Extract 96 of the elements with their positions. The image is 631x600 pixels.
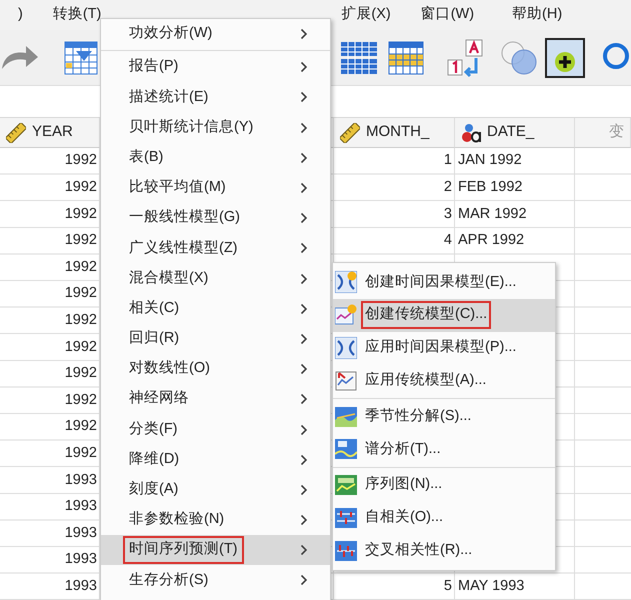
chevron-icon (300, 182, 308, 194)
menu-item[interactable]: 报告(P) (101, 52, 330, 82)
menu-item[interactable]: 对数线性(O) (101, 354, 330, 384)
table-cell-text: 1992 (64, 231, 98, 250)
menu-item[interactable]: 刻度(A) (101, 474, 330, 505)
menu-item[interactable]: 谱分析(T)... (333, 432, 555, 466)
table-cell-text: MAY 1993 (457, 576, 526, 596)
menu-item[interactable]: 序列图(N)... (333, 468, 555, 502)
menu-item[interactable]: 分类(F) (101, 414, 330, 445)
table-cell-text: 1993 (64, 497, 98, 516)
table-cell-text: 1992 (64, 204, 98, 224)
chevron-icon (300, 424, 308, 436)
add-variable-icon[interactable] (545, 38, 585, 78)
table-cell-text: 1992 (64, 338, 98, 357)
chevron-icon (300, 454, 308, 466)
table-cell-text: 3 (442, 204, 453, 224)
table-cell-text: 1993 (64, 576, 98, 596)
table-cell-text: 1992 (64, 284, 98, 304)
chart-icon (335, 474, 357, 496)
menu-item[interactable]: 季节性分解(S)... (333, 400, 555, 433)
chevron-icon (300, 393, 308, 406)
chevron-icon (300, 574, 308, 586)
table-cell-text: 1992 (64, 390, 98, 410)
menu-item[interactable]: 时间序列预测(T) (101, 535, 330, 566)
table-cell-text: FEB 1992 (457, 178, 524, 198)
column-header: MONTH_ (366, 122, 430, 142)
menu-item[interactable]: 广义线性模型(Z) (101, 233, 330, 264)
chart-icon (335, 370, 357, 392)
model-icon (335, 271, 357, 294)
chart-icon (335, 406, 357, 428)
table-cell-text: 2 (442, 178, 453, 198)
chevron-icon (300, 91, 308, 104)
menu-item[interactable]: 应用时间因果模型(P)... (333, 332, 555, 364)
column-header: 变 (609, 122, 624, 142)
menu-item[interactable]: 非参数检验(N) (101, 505, 330, 536)
chevron-icon (300, 363, 308, 376)
table-cell-text: 1992 (64, 178, 98, 198)
table-cell-text: 1992 (64, 417, 98, 436)
menu-bar-item[interactable]: 扩展(X) (337, 4, 395, 26)
menu-item[interactable]: 自相关(O)... (333, 502, 555, 534)
circles-icon[interactable] (500, 40, 538, 76)
chart-icon (335, 540, 357, 562)
table-cell-text: 1993 (64, 550, 98, 570)
chevron-icon (300, 302, 308, 315)
nominal-icon (461, 122, 481, 142)
table-cell-text: 1993 (64, 524, 98, 543)
table-cell-text: 1993 (64, 470, 98, 490)
chart-icon (335, 506, 357, 529)
menu-bar-item[interactable]: 窗口(W) (416, 4, 478, 26)
table-cell-text: 1992 (64, 151, 98, 170)
table-cell-text: APR 1992 (457, 231, 526, 250)
chevron-icon (300, 484, 308, 496)
menu-item[interactable]: 表(B) (101, 142, 330, 173)
chart-icon (335, 438, 357, 460)
menu-item[interactable]: 创建传统模型(C)... (333, 298, 555, 332)
menu-item[interactable]: 应用传统模型(A)... (333, 364, 555, 398)
menu-item[interactable]: 相关(C) (101, 294, 330, 324)
chart-icon (335, 304, 357, 326)
menu-item[interactable]: 回归(R) (101, 324, 330, 354)
menu-item[interactable]: 创建时间因果模型(E)... (333, 266, 555, 299)
chevron-icon (300, 332, 308, 345)
menu-item[interactable]: 比较平均值(M) (101, 172, 330, 204)
chevron-icon (300, 544, 308, 556)
table-cell-text: 5 (442, 576, 453, 596)
chevron-icon (300, 514, 308, 526)
table-cell-text: JAN 1992 (457, 151, 523, 170)
chevron-icon (300, 242, 308, 254)
chevron-icon (300, 212, 308, 224)
menu-item[interactable]: 一般线性模型(G) (101, 203, 330, 234)
menu-bar-item[interactable]: 帮助(H) (508, 4, 566, 26)
column-header: DATE_ (487, 122, 534, 142)
column-header: YEAR (32, 122, 73, 142)
chevron-icon (300, 61, 308, 74)
table-cell-text: 1 (442, 151, 453, 170)
menu-item[interactable]: 降维(D) (101, 444, 330, 475)
menu-item[interactable]: 生存分析(S) (101, 565, 330, 596)
data-grid-icon[interactable] (340, 40, 378, 74)
chevron-icon (300, 28, 308, 40)
table-grid-icon[interactable] (388, 40, 424, 74)
table-cell-text: 4 (442, 231, 453, 250)
table-cell-text: 1992 (64, 258, 98, 277)
menu-item[interactable]: 神经网络 (101, 384, 330, 414)
menu-item[interactable]: 混合模型(X) (101, 264, 330, 294)
chevron-icon (300, 272, 308, 285)
table-cell-text: 1992 (64, 364, 98, 384)
menu-item[interactable]: 交叉相关性(R)... (333, 534, 555, 568)
model-icon (335, 336, 357, 359)
spreadsheet-icon[interactable] (64, 40, 98, 74)
menu-item[interactable]: 贝叶斯统计信息(Y) (101, 112, 330, 143)
table-cell-text: 1992 (64, 444, 98, 463)
table-cell-text: MAR 1992 (457, 204, 528, 224)
chevron-icon (300, 152, 308, 164)
menu-bar-item[interactable]: ) (14, 4, 27, 26)
table-cell-text: 1992 (64, 310, 98, 330)
menu-item[interactable]: 描述统计(E) (101, 82, 330, 113)
chevron-icon (300, 122, 308, 134)
